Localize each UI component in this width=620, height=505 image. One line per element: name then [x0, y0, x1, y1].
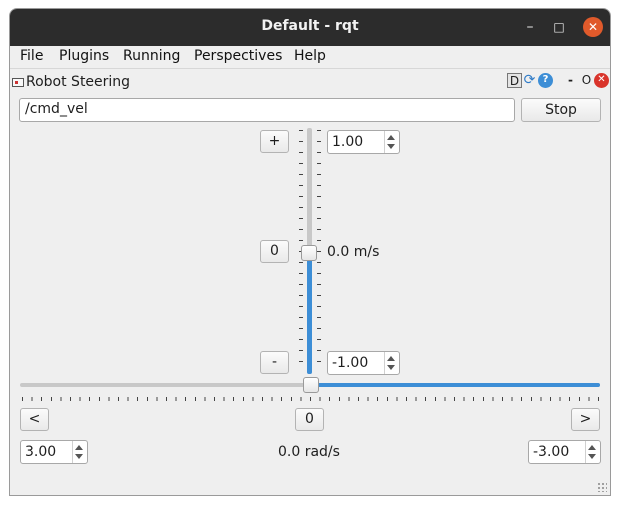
minimize-button[interactable]: – [520, 17, 540, 37]
dock-d-button[interactable]: D [507, 73, 522, 88]
linear-slider-handle[interactable] [301, 245, 317, 261]
spin-up-icon[interactable] [588, 445, 596, 450]
resize-grip-icon[interactable] [597, 482, 607, 492]
maximize-button[interactable]: □ [549, 17, 569, 37]
menu-help[interactable]: Help [294, 48, 326, 64]
spin-up-icon[interactable] [387, 356, 395, 361]
linear-min-spin-arrows[interactable] [384, 352, 399, 374]
angular-velocity-label: 0.0 rad/s [278, 444, 340, 460]
linear-increase-button[interactable]: + [260, 130, 289, 153]
plugin-icon [12, 78, 24, 87]
angular-left-value: 3.00 [25, 444, 57, 460]
linear-velocity-label: 0.0 m/s [327, 244, 380, 260]
spin-up-icon[interactable] [387, 135, 395, 140]
reload-icon[interactable]: ⟳ [522, 73, 537, 88]
angular-right-spinbox[interactable]: -3.00 [528, 440, 601, 464]
linear-max-spin-arrows[interactable] [384, 131, 399, 153]
spin-down-icon[interactable] [588, 454, 596, 459]
angular-left-button[interactable]: < [20, 408, 49, 431]
spin-down-icon[interactable] [387, 365, 395, 370]
angular-zero-button[interactable]: 0 [295, 408, 324, 431]
spin-down-icon[interactable] [75, 454, 83, 459]
dock-title-bar[interactable]: Robot Steering D ⟳ ? - O ✕ [10, 70, 610, 94]
linear-min-value: -1.00 [332, 355, 369, 371]
dock-minimize-button[interactable]: - [563, 73, 578, 88]
plugin-title: Robot Steering [26, 74, 131, 90]
linear-slider-fill [307, 254, 312, 374]
angular-left-spinbox[interactable]: 3.00 [20, 440, 88, 464]
linear-decrease-button[interactable]: - [260, 351, 289, 374]
linear-min-spinbox[interactable]: -1.00 [327, 351, 400, 375]
angular-right-spin-arrows[interactable] [585, 441, 600, 463]
spin-down-icon[interactable] [387, 144, 395, 149]
menu-plugins[interactable]: Plugins [59, 48, 109, 64]
angular-right-value: -3.00 [533, 444, 570, 460]
menu-perspectives[interactable]: Perspectives [194, 48, 282, 64]
help-button[interactable]: ? [538, 73, 553, 88]
menu-file[interactable]: File [20, 48, 43, 64]
menu-running[interactable]: Running [123, 48, 180, 64]
angular-slider-ticks [22, 397, 600, 401]
angular-slider-handle[interactable] [303, 377, 319, 393]
angular-slider-fill [310, 383, 600, 387]
spin-up-icon[interactable] [75, 445, 83, 450]
linear-zero-button[interactable]: 0 [260, 240, 289, 263]
menu-bar: File Plugins Running Perspectives Help [10, 46, 610, 69]
rqt-window: Default - rqt – □ ✕ File Plugins Running… [9, 8, 611, 496]
dock-close-button[interactable]: ✕ [594, 73, 609, 88]
topic-input[interactable]: /cmd_vel [19, 98, 515, 122]
title-bar[interactable]: Default - rqt – □ ✕ [10, 9, 610, 46]
angular-left-spin-arrows[interactable] [72, 441, 87, 463]
close-button[interactable]: ✕ [583, 17, 603, 37]
linear-slider-ticks-right [317, 130, 321, 372]
linear-max-value: 1.00 [332, 134, 364, 150]
linear-max-spinbox[interactable]: 1.00 [327, 130, 400, 154]
angular-right-button[interactable]: > [571, 408, 600, 431]
dock-float-button[interactable]: O [579, 73, 594, 88]
stop-button[interactable]: Stop [521, 98, 601, 122]
